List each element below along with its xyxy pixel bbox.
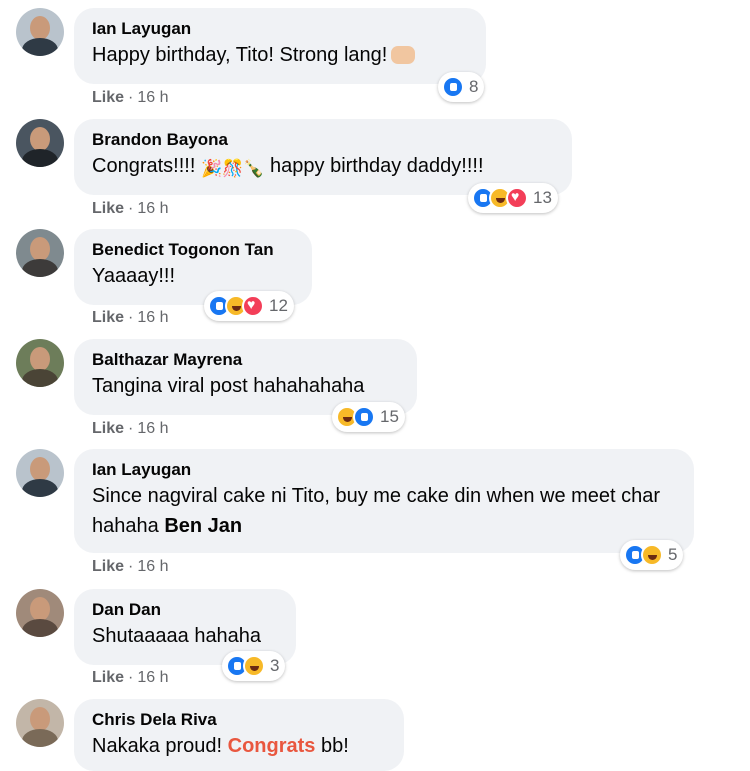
reaction-count: 5 xyxy=(668,545,678,564)
like-reaction-icon xyxy=(353,406,375,428)
avatar[interactable] xyxy=(16,449,64,497)
avatar[interactable] xyxy=(16,339,64,387)
love-reaction-icon xyxy=(506,187,528,209)
comment-text: Nakaka proud! xyxy=(92,735,223,757)
avatar[interactable] xyxy=(16,699,64,747)
like-link[interactable]: Like xyxy=(92,420,124,437)
timestamp[interactable]: 16 h xyxy=(137,420,168,437)
like-link[interactable]: Like xyxy=(92,558,124,575)
comment-meta: Like · 16 h xyxy=(92,200,169,217)
timestamp[interactable]: 16 h xyxy=(137,200,168,217)
reaction-summary[interactable]: 12 xyxy=(204,291,294,321)
reaction-summary[interactable]: 8 xyxy=(438,72,485,102)
comment-text: Happy birthday, Tito! Strong lang! xyxy=(92,44,388,66)
like-link[interactable]: Like xyxy=(92,309,124,326)
flexed-fist-emoji-icon xyxy=(391,46,416,64)
comment-author[interactable]: Benedict Togonon Tan xyxy=(92,239,294,261)
comment-text: Tangina viral post hahahahaha xyxy=(92,375,365,397)
highlighted-word: Congrats xyxy=(227,735,316,757)
haha-reaction-icon xyxy=(641,544,663,566)
comment: Brandon Bayona Congrats!!!! 🎉🎊🍾 happy bi… xyxy=(0,119,750,229)
timestamp[interactable]: 16 h xyxy=(137,309,168,326)
comment: Benedict Togonon Tan Yaaaay!!! 12 Like·1… xyxy=(0,229,750,339)
timestamp[interactable]: 16 h xyxy=(137,669,168,686)
avatar[interactable] xyxy=(16,229,64,277)
haha-reaction-icon xyxy=(243,655,265,677)
comment-meta: Like · 16 h xyxy=(92,669,169,686)
celebration-emoji-icon: 🎉🎊🍾 xyxy=(200,159,265,178)
comment-meta: Like · 16 h xyxy=(92,420,169,437)
mention-link[interactable]: Ben Jan xyxy=(164,515,242,537)
comment-author[interactable]: Dan Dan xyxy=(92,599,278,621)
comment: Chris Dela Riva Nakaka proud! Congrats b… xyxy=(0,699,750,771)
comment-text: happy birthday daddy!!!! xyxy=(270,155,484,177)
reaction-summary[interactable]: 5 xyxy=(620,540,684,570)
reaction-count: 8 xyxy=(469,77,479,96)
reaction-count: 13 xyxy=(533,188,552,207)
comment-bubble: Ian Layugan Happy birthday, Tito! Strong… xyxy=(74,8,486,84)
avatar[interactable] xyxy=(16,589,64,637)
reaction-summary[interactable]: 3 xyxy=(222,651,286,681)
comment: Ian Layugan Happy birthday, Tito! Strong… xyxy=(0,8,750,118)
like-link[interactable]: Like xyxy=(92,89,124,106)
comment-meta: Like · 16 h xyxy=(92,309,169,326)
comment: Ian Layugan Since nagviral cake ni Tito,… xyxy=(0,449,750,589)
comment-bubble: Ian Layugan Since nagviral cake ni Tito,… xyxy=(74,449,694,553)
comment-author[interactable]: Ian Layugan xyxy=(92,459,676,481)
comment-text: Shutaaaaa hahaha xyxy=(92,625,262,647)
comment-bubble: Chris Dela Riva Nakaka proud! Congrats b… xyxy=(74,699,404,771)
comment-meta: Like · 16 h xyxy=(92,89,169,106)
love-reaction-icon xyxy=(242,295,264,317)
like-reaction-icon xyxy=(442,76,464,98)
comment-author[interactable]: Balthazar Mayrena xyxy=(92,349,399,371)
comment-text: bb! xyxy=(321,735,349,757)
reaction-summary[interactable]: 13 xyxy=(468,183,558,213)
like-link[interactable]: Like xyxy=(92,669,124,686)
avatar[interactable] xyxy=(16,8,64,56)
timestamp[interactable]: 16 h xyxy=(137,89,168,106)
comment-author[interactable]: Ian Layugan xyxy=(92,18,468,40)
avatar[interactable] xyxy=(16,119,64,167)
comment-meta: Like · 16 h xyxy=(92,558,169,575)
reaction-count: 3 xyxy=(270,656,280,675)
reaction-count: 12 xyxy=(269,296,288,315)
comment-author[interactable]: Brandon Bayona xyxy=(92,129,554,151)
like-link[interactable]: Like xyxy=(92,200,124,217)
timestamp[interactable]: 16 h xyxy=(137,558,168,575)
comment-text: Congrats!!!! xyxy=(92,155,196,177)
comment: Balthazar Mayrena Tangina viral post hah… xyxy=(0,339,750,449)
comment: Dan Dan Shutaaaaa hahaha 3 Like · 16 h xyxy=(0,589,750,699)
reaction-count: 15 xyxy=(380,407,399,426)
comment-text: Yaaaay!!! xyxy=(92,265,176,287)
reaction-summary[interactable]: 15 xyxy=(332,402,405,432)
comment-author[interactable]: Chris Dela Riva xyxy=(92,709,386,731)
